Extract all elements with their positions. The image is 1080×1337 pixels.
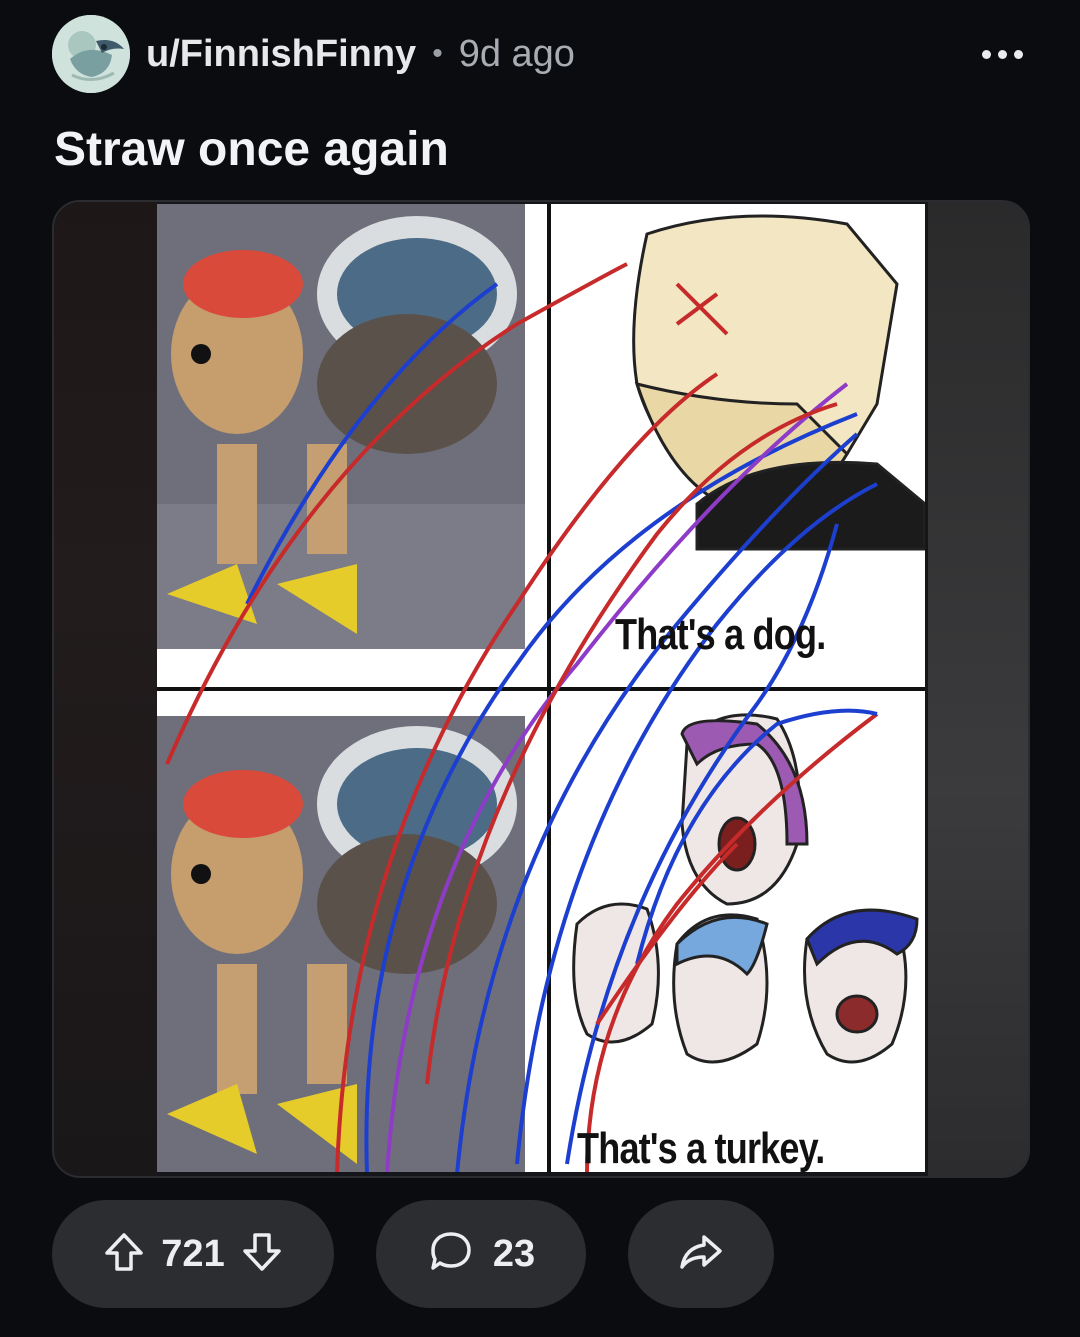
comment-icon	[427, 1228, 475, 1281]
post-action-bar: 721 23	[52, 1200, 774, 1308]
vote-control: 721	[52, 1200, 334, 1308]
user-avatar[interactable]	[52, 15, 130, 93]
caption-top: That's a dog.	[615, 610, 826, 659]
meme-image: That's a dog. That's a turkey.	[157, 204, 925, 1173]
comment-count: 23	[492, 1232, 536, 1275]
upvote-icon[interactable]	[101, 1229, 147, 1280]
separator-dot: •	[432, 37, 443, 70]
dog-photo-top	[157, 204, 525, 649]
image-blur-left	[54, 202, 157, 1176]
vote-count: 721	[161, 1232, 225, 1275]
share-button[interactable]	[628, 1200, 774, 1308]
post-time: 9d ago	[458, 32, 575, 75]
more-options-icon[interactable]	[972, 34, 1032, 74]
comment-button[interactable]: 23	[376, 1200, 586, 1308]
post-title: Straw once again	[54, 123, 449, 176]
post-image[interactable]: That's a dog. That's a turkey.	[52, 200, 1030, 1178]
share-icon	[676, 1227, 726, 1282]
caption-bottom: That's a turkey.	[577, 1124, 825, 1173]
downvote-icon[interactable]	[239, 1229, 285, 1280]
image-blur-right	[928, 202, 1028, 1176]
post-header: u/FinnishFinny • 9d ago	[52, 12, 1032, 96]
post-page: u/FinnishFinny • 9d ago Straw once again	[0, 0, 1080, 1337]
post-author[interactable]: u/FinnishFinny	[146, 33, 416, 76]
